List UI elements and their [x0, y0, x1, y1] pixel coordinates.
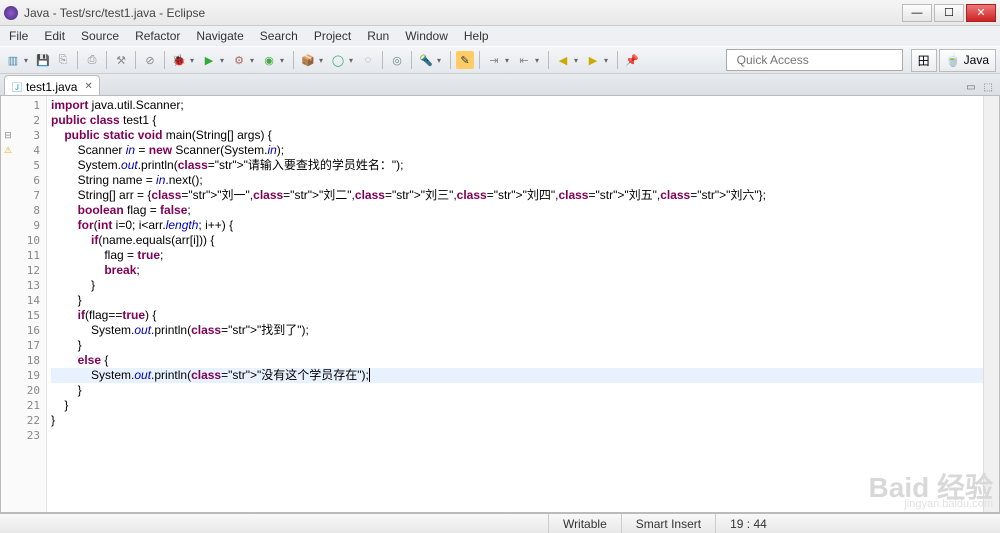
- open-perspective-icon: 田: [918, 52, 930, 69]
- prev-annotation-icon[interactable]: ⇤: [515, 51, 533, 69]
- status-insert-mode: Smart Insert: [621, 514, 715, 533]
- menu-bar: File Edit Source Refactor Navigate Searc…: [0, 26, 1000, 46]
- open-perspective-button[interactable]: 田: [911, 49, 937, 72]
- maximize-button[interactable]: ☐: [934, 4, 964, 22]
- close-button[interactable]: ✕: [966, 4, 996, 22]
- new-dropdown[interactable]: ▾: [24, 56, 32, 65]
- menu-edit[interactable]: Edit: [37, 27, 72, 45]
- pkg-dropdown[interactable]: ▾: [319, 56, 327, 65]
- new-interface-icon[interactable]: ◌: [359, 51, 377, 69]
- new-package-icon[interactable]: 📦: [299, 51, 317, 69]
- debug-dropdown[interactable]: ▾: [190, 56, 198, 65]
- search-icon[interactable]: 🔦: [417, 51, 435, 69]
- status-bar: Writable Smart Insert 19 : 44: [0, 513, 1000, 533]
- quick-access-input[interactable]: [726, 49, 903, 71]
- menu-help[interactable]: Help: [457, 27, 496, 45]
- editor-margin: ⊟⚠: [1, 96, 15, 512]
- coverage-dropdown[interactable]: ▾: [280, 56, 288, 65]
- print-icon[interactable]: ⎙: [83, 51, 101, 69]
- java-perspective-label: Java: [964, 53, 989, 67]
- code-editor[interactable]: import java.util.Scanner;public class te…: [47, 96, 983, 512]
- menu-source[interactable]: Source: [74, 27, 126, 45]
- external-tools-icon[interactable]: ⚙: [230, 51, 248, 69]
- new-icon[interactable]: ▥: [4, 51, 22, 69]
- new-class-icon[interactable]: ◯: [329, 51, 347, 69]
- menu-run[interactable]: Run: [360, 27, 396, 45]
- build-icon[interactable]: ⚒: [112, 51, 130, 69]
- window-titlebar: Java - Test/src/test1.java - Eclipse — ☐…: [0, 0, 1000, 26]
- java-perspective-icon: 🍵: [946, 53, 961, 67]
- pin-icon[interactable]: 📌: [623, 51, 641, 69]
- next-annotation-icon[interactable]: ⇥: [485, 51, 503, 69]
- open-type-icon[interactable]: ◎: [388, 51, 406, 69]
- status-writable: Writable: [548, 514, 621, 533]
- main-toolbar: ▥▾ 💾 ⎘ ⎙ ⚒ ⊘ 🐞▾ ▶▾ ⚙▾ ◉▾ 📦▾ ◯▾ ◌ ◎ 🔦▾ ✎ …: [0, 46, 1000, 74]
- minimize-button[interactable]: —: [902, 4, 932, 22]
- vertical-scrollbar[interactable]: [983, 96, 999, 512]
- editor-area: ⊟⚠ 1234567891011121314151617181920212223…: [0, 96, 1000, 513]
- window-title: Java - Test/src/test1.java - Eclipse: [24, 6, 900, 20]
- prev-dropdown[interactable]: ▾: [535, 56, 543, 65]
- menu-window[interactable]: Window: [398, 27, 455, 45]
- toggle-mark-icon[interactable]: ✎: [456, 51, 474, 69]
- editor-tabbar: 🄹 test1.java ✕ ▭ ⬚: [0, 74, 1000, 96]
- maximize-view-icon[interactable]: ⬚: [981, 82, 996, 93]
- java-perspective-button[interactable]: 🍵Java: [939, 49, 996, 72]
- external-dropdown[interactable]: ▾: [250, 56, 258, 65]
- debug-icon[interactable]: 🐞: [170, 51, 188, 69]
- class-dropdown[interactable]: ▾: [349, 56, 357, 65]
- save-icon[interactable]: 💾: [34, 51, 52, 69]
- coverage-icon[interactable]: ◉: [260, 51, 278, 69]
- forward-icon[interactable]: ▶: [584, 51, 602, 69]
- eclipse-icon: [4, 6, 18, 20]
- menu-navigate[interactable]: Navigate: [189, 27, 250, 45]
- back-dropdown[interactable]: ▾: [574, 56, 582, 65]
- next-dropdown[interactable]: ▾: [505, 56, 513, 65]
- menu-file[interactable]: File: [2, 27, 35, 45]
- menu-refactor[interactable]: Refactor: [128, 27, 187, 45]
- tab-close-icon[interactable]: ✕: [84, 81, 92, 92]
- java-file-icon: 🄹: [11, 81, 23, 93]
- menu-search[interactable]: Search: [253, 27, 305, 45]
- run-dropdown[interactable]: ▾: [220, 56, 228, 65]
- skip-breakpoints-icon[interactable]: ⊘: [141, 51, 159, 69]
- minimize-view-icon[interactable]: ▭: [963, 82, 978, 93]
- save-all-icon[interactable]: ⎘: [54, 51, 72, 69]
- fwd-dropdown[interactable]: ▾: [604, 56, 612, 65]
- status-cursor-pos: 19 : 44: [715, 514, 781, 533]
- menu-project[interactable]: Project: [307, 27, 358, 45]
- editor-gutter: 1234567891011121314151617181920212223: [15, 96, 47, 512]
- run-icon[interactable]: ▶: [200, 51, 218, 69]
- editor-tab-test1[interactable]: 🄹 test1.java ✕: [4, 75, 100, 95]
- back-icon[interactable]: ◀: [554, 51, 572, 69]
- search-dropdown[interactable]: ▾: [437, 56, 445, 65]
- editor-tab-label: test1.java: [26, 80, 77, 94]
